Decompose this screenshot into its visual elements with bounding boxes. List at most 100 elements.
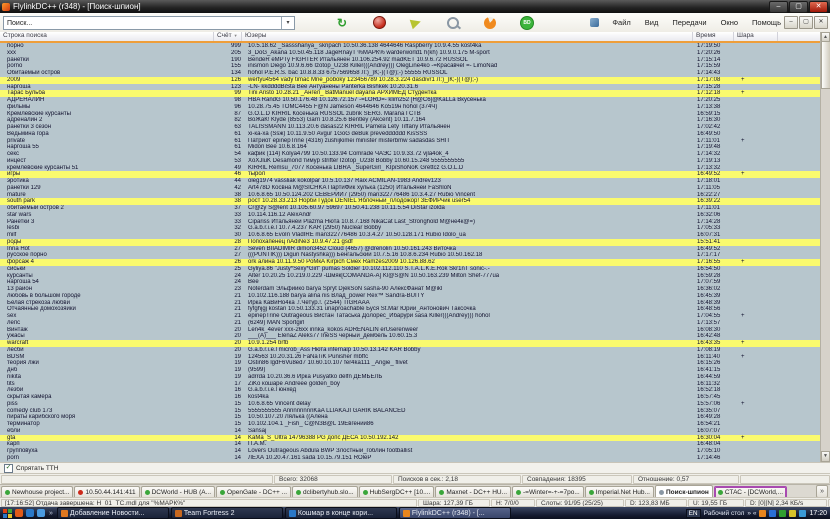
taskbar-task-2[interactable]: Кошмар в конце кори...	[285, 507, 397, 519]
chevron-down-icon[interactable]: ▾	[281, 17, 294, 29]
table-row[interactable]: лесби20G.a.b.r.i.e.l microb_Ass Нюта inf…	[0, 347, 821, 354]
taskbar-task-0[interactable]: Добавление Новости...	[57, 507, 169, 519]
desktop-toolbar[interactable]: Рабочий стол	[704, 510, 745, 517]
minimize-button[interactable]: –	[769, 1, 788, 13]
column-header-3[interactable]: Время	[693, 32, 734, 41]
table-row[interactable]: gta14KaMa_S_Ultra 14796388 PG допс ДЁСА …	[0, 435, 821, 442]
scroll-down-arrow[interactable]: ▼	[821, 451, 830, 462]
quicklaunch-icon-2[interactable]	[26, 509, 34, 517]
quicklaunch-overflow[interactable]: »	[49, 510, 53, 517]
table-row[interactable]: mature3810.6.8.65 10.50.124.202 СЕВЕРИЙ7…	[0, 192, 821, 199]
table-row[interactable]: piss1510.6.8.65 Vincent delay15:57:06+	[0, 401, 821, 408]
table-row[interactable]: porno155inismon Diego 10.9.6.66 Izotop_U…	[0, 63, 821, 70]
table-row[interactable]: ранетки 3 сезон63TALISSMANN 10.113.20.6 …	[0, 124, 821, 131]
table-row[interactable]: секс54кафик (114) Kolya4799 10.50.133.94…	[0, 151, 821, 158]
table-row[interactable]: лезби16G.a.b.r.i.e.l юнхед16:52:18	[0, 387, 821, 394]
table-row[interactable]: форсаж 426ork алина 10.11.9.50 PoMкA Kir…	[0, 259, 821, 266]
table-row[interactable]: кремлевские курсанты 5149KIRRIL Remsu_70…	[0, 165, 821, 172]
table-row[interactable]: лепс21(6249) MAN Sportgirl17:13:57	[0, 320, 821, 327]
flylink-icon[interactable]	[482, 15, 498, 31]
table-row[interactable]: порно99910.5.18.62 _Sassshanya_ skripach…	[0, 43, 821, 50]
table-row[interactable]: 2009126wertyu4564 vady timac Mne_poboky …	[0, 77, 821, 84]
table-row[interactable]: Тарас Бульба99Tini Aristo 10.28.21 _Анге…	[0, 90, 821, 97]
table-row[interactable]: днб19(9599)16:41:15	[0, 367, 821, 374]
flylink-tray-icon[interactable]	[759, 510, 766, 517]
table-row[interactable]: обитаемый остров 237Cr@zy S@lent 10.105.…	[0, 205, 821, 212]
table-row[interactable]: Ведьмина гора61xi-ка-ха (Ssж) 10.11.9.50…	[0, 131, 821, 138]
column-header-2[interactable]: Юзеры	[242, 32, 693, 41]
menu-item-4[interactable]: Помощь	[745, 18, 788, 27]
taskbar-task-1[interactable]: Team Fortress 2	[171, 507, 283, 519]
search-spy-icon[interactable]	[445, 15, 461, 31]
table-row[interactable]: lesbi32G.a.b.r.i.e.l 10.7.4.237 KAR (295…	[0, 225, 821, 232]
table-row[interactable]: star wars3310.114.116.12 AlexAndr16:32:0…	[0, 212, 821, 219]
table-row[interactable]: nikita19adrrda 10.20.36.6 Ирка Pusyatko …	[0, 374, 821, 381]
table-row[interactable]: адреналин 282BoЖaК! Klyde (8553) Garri 1…	[0, 117, 821, 124]
maximize-button[interactable]: ▢	[789, 1, 808, 13]
bd-badge-icon[interactable]: BD	[519, 15, 535, 31]
close-button[interactable]: ✕	[809, 1, 828, 13]
table-row[interactable]: сиськи25Gyliya.86 "Justy*Sexy*Girl" puma…	[0, 266, 821, 273]
menu-item-2[interactable]: Передачи	[665, 18, 713, 27]
table-row[interactable]: эротика44oleg1974 vassliak kokolpar 10.5…	[0, 178, 821, 185]
mdi-restore-button[interactable]: ▢	[799, 16, 813, 29]
table-row[interactable]: терминатор1510.102.104.1 _Fish_ C@NЗВ@L …	[0, 421, 821, 428]
table-row[interactable]: скрытая камера16kost4ka16:57:45	[0, 394, 821, 401]
column-header-4[interactable]: Шара	[734, 32, 778, 41]
table-row[interactable]: porn14ЛЕХА 10.20.47.161 sada 10.15.79.15…	[0, 455, 821, 462]
table-row[interactable]: пираты карибского моря1510.50.107.20 Лял…	[0, 414, 821, 421]
table-row[interactable]: comedy club 173155555555555 AnnnnnnnnKaA…	[0, 408, 821, 415]
table-row[interactable]: Inna Hot27Seven BIIADIMIR dimon3452 Clou…	[0, 246, 821, 253]
taskbar-task-3[interactable]: FlylinkDC++ (r348) - [...	[399, 507, 511, 519]
table-row[interactable]: фильмы9610.28.75.45 TOMC4455 F@N Jameson…	[0, 104, 821, 111]
hubs-icon[interactable]	[371, 15, 387, 31]
vertical-scrollbar[interactable]: ▲ ▼	[820, 32, 830, 462]
start-button[interactable]	[3, 509, 12, 518]
table-row[interactable]: роды28Попохапенец nAdiNe3 10.9.47.21 gsd…	[0, 239, 821, 246]
table-row[interactable]: tits17ZiKo кошаре Andreee golden_boy16:1…	[0, 381, 821, 388]
table-row[interactable]: любовь в большом городе2110.102.116.188 …	[0, 293, 821, 300]
table-row[interactable]: private61Патриот epinepTrine (4316) zush…	[0, 138, 821, 145]
table-row[interactable]: Винтаж20Len4k_4ever xxx-26xx innka_kokos…	[0, 327, 821, 334]
language-indicator[interactable]: EN	[686, 509, 701, 518]
table-row[interactable]: Отчаянные домохозяйки21fyfghjgj kostan 1…	[0, 306, 821, 313]
table-row[interactable]: русское порно27(((PUNTIK))) Digun Nastys…	[0, 252, 821, 259]
table-row[interactable]: ранетки190BendeR eMPTy FIGHTER Итальянен…	[0, 57, 821, 64]
mdi-minimize-button[interactable]: –	[784, 16, 798, 29]
hide-tth-checkbox[interactable]: ✓	[4, 464, 13, 473]
column-header-0[interactable]: Строка поиска	[0, 32, 214, 41]
table-row[interactable]: наргоша123-LN- kkddddBiSta Bee Антуанены…	[0, 84, 821, 91]
table-row[interactable]: Ранетки 333Cipariss Итальяней Plazma Нют…	[0, 219, 821, 226]
mdi-close-button[interactable]: ✕	[814, 16, 828, 29]
desktop-toolbar-arrows[interactable]: » «	[747, 510, 756, 517]
quicklaunch-icon-1[interactable]	[15, 509, 23, 517]
menu-item-3[interactable]: Окно	[714, 18, 745, 27]
quicklaunch-icon-3[interactable]	[37, 509, 45, 517]
table-row[interactable]: warcraft2010.9.1.254 brfb16:43:35+	[0, 340, 821, 347]
menu-item-1[interactable]: Вид	[638, 18, 666, 27]
table-row[interactable]: Белая стрекоза любви21Ирка КаВиНо4ка .!.…	[0, 300, 821, 307]
table-row[interactable]: south park38рост 10.28.33.213 Норби Гудо…	[0, 198, 821, 205]
menu-item-0[interactable]: Файл	[605, 18, 637, 27]
search-combobox[interactable]: Поиск... ▾	[3, 16, 295, 30]
table-row[interactable]: Обитаемый остров134hohol P.E.R.S. bac 10…	[0, 70, 821, 77]
table-row[interactable]: 13 район23Noterdam Эльфийко barya Spryt …	[0, 286, 821, 293]
table-row[interactable]: групповуха14Lovers Outrageous Abdula BWP…	[0, 448, 821, 455]
filelist-icon[interactable]	[408, 15, 424, 31]
table-row[interactable]: Кремлевские курсанты87G.O.L.D KIRRIL Кос…	[0, 111, 821, 118]
table-row[interactable]: теория лжи19Ostin86 lgdF6Vu8ed7 10.60.10…	[0, 360, 821, 367]
table-row[interactable]: ебли14Sansaj16:07:07	[0, 428, 821, 435]
table-row[interactable]: наргоша 5424Bee17:07:59	[0, 279, 821, 286]
refresh-icon[interactable]: ↻	[334, 15, 350, 31]
volume-tray-icon[interactable]	[799, 510, 806, 517]
scrollbar-thumb[interactable]	[821, 41, 830, 89]
table-row[interactable]: xxx2053_DoG_Akana 10.50.45.118 JageRnayT…	[0, 50, 821, 57]
column-header-1[interactable]: Счёт▼	[214, 32, 242, 41]
table-row[interactable]: наргоша 5561Midori Bee 10.6.8.16417:19:4…	[0, 144, 821, 151]
table-row[interactable]: milf3010.6.8.65 EvoIn VladIRE man3227764…	[0, 232, 821, 239]
table-row[interactable]: карп14П.А.М.16:48:04	[0, 441, 821, 448]
table-row[interactable]: ужасы20___(A)___ ElenaZ Aleks77 IneSS че…	[0, 333, 821, 340]
network-tray-icon[interactable]	[769, 510, 776, 517]
antivirus-tray-icon[interactable]	[779, 510, 786, 517]
table-row[interactable]: курсанты24Alter 10.20.25 10.219.0.229 -Ш…	[0, 273, 821, 280]
